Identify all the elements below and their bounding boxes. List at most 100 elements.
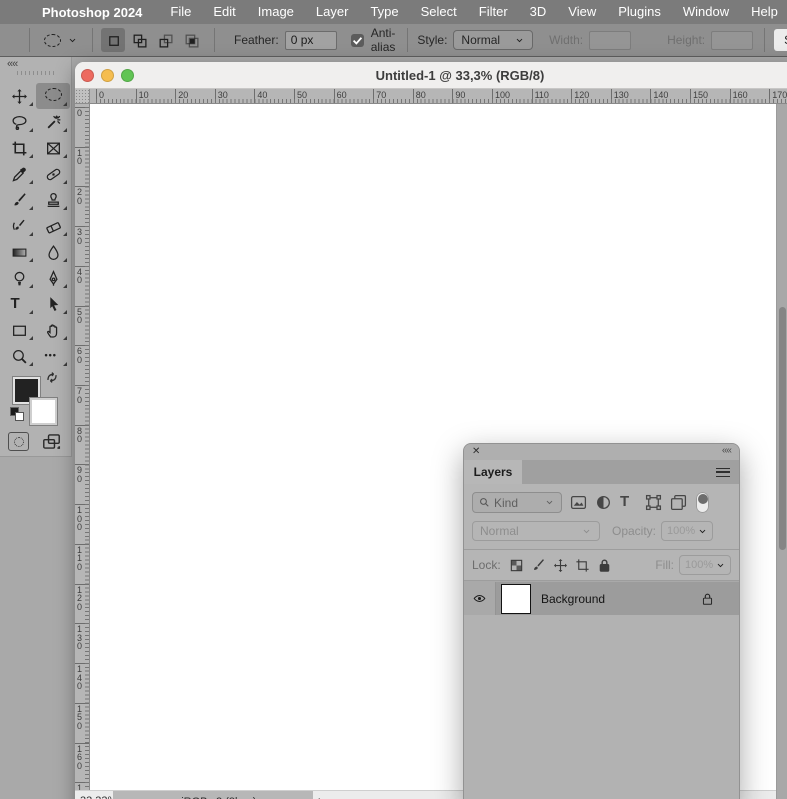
horizontal-ruler[interactable]: 0 10 20 30 40 50 60 70 80 90 100 110 120 130 140 150 160… bbox=[90, 89, 787, 104]
tab-layers[interactable]: Layers bbox=[464, 460, 522, 484]
swap-colors-icon[interactable] bbox=[45, 371, 59, 384]
app-menu-photoshop[interactable]: Photoshop 2024 bbox=[33, 5, 151, 20]
lock-paint-icon[interactable] bbox=[531, 558, 546, 573]
filter-image-icon[interactable] bbox=[570, 494, 587, 511]
ruler-origin-box[interactable] bbox=[75, 89, 90, 104]
magic-wand-icon bbox=[45, 114, 62, 131]
menu-item-filter[interactable]: Filter bbox=[468, 0, 519, 24]
filter-adjustment-icon[interactable] bbox=[595, 494, 612, 511]
tool-type[interactable]: T bbox=[2, 291, 36, 317]
vertical-scrollbar-track[interactable] bbox=[776, 104, 787, 799]
style-select[interactable]: Normal bbox=[453, 30, 534, 50]
filter-smartobject-icon[interactable] bbox=[670, 494, 687, 511]
feather-input[interactable] bbox=[284, 30, 337, 50]
tool-rectangle[interactable] bbox=[2, 317, 36, 343]
anti-alias-checkbox[interactable] bbox=[350, 33, 364, 47]
fill-select[interactable]: 100% bbox=[679, 555, 731, 575]
ruler-h-label: 40 bbox=[254, 89, 267, 103]
menu-item-3d[interactable]: 3D bbox=[519, 0, 558, 24]
style-value: Normal bbox=[461, 33, 501, 47]
menu-item-window[interactable]: Window bbox=[672, 0, 740, 24]
intersect-selection-button[interactable] bbox=[179, 28, 203, 52]
ruler-h-label: 30 bbox=[214, 89, 228, 103]
tool-blur[interactable] bbox=[36, 239, 70, 265]
panel-menu-icon[interactable] bbox=[716, 468, 730, 477]
add-to-selection-button[interactable] bbox=[127, 28, 151, 52]
tool-eraser[interactable] bbox=[36, 213, 70, 239]
tool-crop[interactable] bbox=[2, 135, 36, 161]
menu-item-image[interactable]: Image bbox=[247, 0, 305, 24]
layer-thumbnail[interactable] bbox=[501, 583, 531, 614]
tool-frame[interactable] bbox=[36, 135, 70, 161]
menu-item-select[interactable]: Select bbox=[410, 0, 468, 24]
opacity-select[interactable]: 100% bbox=[661, 521, 714, 541]
tool-history-brush[interactable] bbox=[2, 213, 36, 239]
opacity-label: Opacity: bbox=[612, 524, 657, 538]
layer-row-background[interactable]: Background bbox=[464, 581, 739, 615]
divider bbox=[407, 28, 409, 52]
blend-mode-select[interactable]: Normal bbox=[472, 521, 600, 541]
menu-item-edit[interactable]: Edit bbox=[202, 0, 246, 24]
tool-brush[interactable] bbox=[2, 187, 36, 213]
new-selection-button[interactable] bbox=[101, 28, 125, 52]
filter-toggle-switch[interactable] bbox=[696, 492, 709, 513]
tool-hand[interactable] bbox=[36, 317, 70, 343]
lock-all-icon[interactable] bbox=[597, 558, 612, 573]
tool-elliptical-marquee[interactable] bbox=[36, 83, 70, 109]
tool-more-tools[interactable]: ••• bbox=[36, 343, 70, 369]
collapse-panel-icon[interactable]: «« bbox=[722, 445, 732, 456]
tool-dodge[interactable] bbox=[2, 265, 36, 291]
default-colors-icon[interactable] bbox=[10, 407, 24, 421]
background-color-swatch[interactable] bbox=[30, 398, 57, 425]
menu-item-help[interactable]: Help bbox=[740, 0, 787, 24]
menu-item-plugins[interactable]: Plugins bbox=[607, 0, 672, 24]
ruler-v-label: 10 bbox=[75, 146, 89, 166]
menu-item-type[interactable]: Type bbox=[359, 0, 409, 24]
tools-panel-grip[interactable] bbox=[17, 71, 55, 75]
collapse-panel-icon[interactable]: «« bbox=[7, 58, 18, 70]
tool-magic-wand[interactable] bbox=[36, 109, 70, 135]
kind-filter-select[interactable]: Kind bbox=[472, 492, 562, 513]
filter-type-icon[interactable]: T bbox=[620, 494, 637, 511]
pen-icon bbox=[45, 269, 62, 287]
tool-path-selection[interactable] bbox=[36, 291, 70, 317]
select-and-mask-button[interactable]: Sele bbox=[774, 29, 787, 51]
tool-lasso[interactable] bbox=[2, 109, 36, 135]
height-input[interactable] bbox=[711, 30, 754, 50]
menu-item-view[interactable]: View bbox=[557, 0, 607, 24]
tool-move[interactable] bbox=[2, 83, 36, 109]
lock-transparency-icon[interactable] bbox=[509, 558, 524, 573]
quick-mask-button[interactable] bbox=[8, 432, 29, 451]
tool-eyedropper[interactable] bbox=[2, 161, 36, 187]
dodge-icon bbox=[11, 270, 28, 287]
tool-healing-brush[interactable] bbox=[36, 161, 70, 187]
status-color-profile[interactable]: eciRGB v2 (8bpc) bbox=[113, 791, 313, 799]
width-input[interactable] bbox=[589, 30, 632, 50]
close-icon[interactable]: ✕ bbox=[472, 446, 480, 457]
lock-position-icon[interactable] bbox=[553, 558, 568, 573]
tool-clone-stamp[interactable] bbox=[36, 187, 70, 213]
lock-artboard-icon[interactable] bbox=[575, 558, 590, 573]
menu-item-layer[interactable]: Layer bbox=[305, 0, 360, 24]
layers-list-empty-area[interactable] bbox=[464, 615, 739, 799]
gradient-icon bbox=[11, 244, 28, 261]
menu-item-file[interactable]: File bbox=[159, 0, 202, 24]
tool-gradient[interactable] bbox=[2, 239, 36, 265]
subtract-from-selection-button[interactable] bbox=[153, 28, 177, 52]
status-zoom-level[interactable]: 33,33% bbox=[80, 795, 117, 799]
ruler-h-label: 140 bbox=[650, 89, 668, 103]
default-background bbox=[15, 412, 24, 421]
layer-visibility-toggle[interactable] bbox=[464, 582, 496, 615]
tool-zoom[interactable] bbox=[2, 343, 36, 369]
status-chevron-icon[interactable]: 〉 bbox=[318, 795, 329, 799]
vertical-ruler[interactable]: 0 10 20 30 40 50 60 70 80 90 100 110 120 130 140 150 160… bbox=[75, 104, 90, 799]
ruler-v-label: 40 bbox=[75, 265, 89, 285]
ruler-h-label: 10 bbox=[135, 89, 149, 103]
tool-pen[interactable] bbox=[36, 265, 70, 291]
document-titlebar[interactable]: Untitled-1 @ 33,3% (RGB/8) bbox=[75, 62, 787, 89]
layers-panel-header[interactable]: ✕ «« bbox=[464, 444, 739, 460]
vertical-scrollbar-thumb[interactable] bbox=[779, 307, 786, 550]
filter-shape-icon[interactable] bbox=[645, 494, 662, 511]
tool-preset-picker[interactable] bbox=[37, 33, 85, 47]
screen-mode-button[interactable] bbox=[40, 432, 63, 451]
